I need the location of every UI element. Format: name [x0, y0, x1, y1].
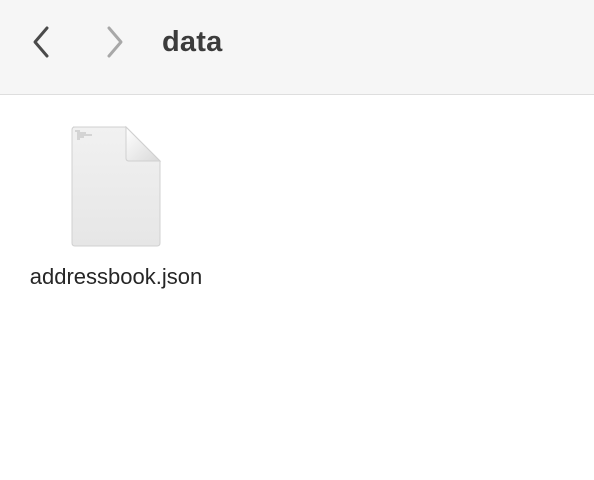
chevron-right-icon: [107, 26, 123, 58]
file-name-label: addressbook.json: [29, 264, 203, 289]
toolbar: data: [0, 0, 594, 95]
back-button[interactable]: [22, 22, 62, 62]
document-icon: [71, 125, 162, 247]
file-browser-content: addressbook.json: [0, 95, 594, 480]
file-item[interactable]: addressbook.json: [8, 123, 224, 298]
chevron-left-icon: [33, 26, 49, 58]
forward-button[interactable]: [94, 22, 134, 62]
finder-window: data addressbook.json: [0, 0, 594, 480]
folder-title: data: [162, 26, 223, 58]
